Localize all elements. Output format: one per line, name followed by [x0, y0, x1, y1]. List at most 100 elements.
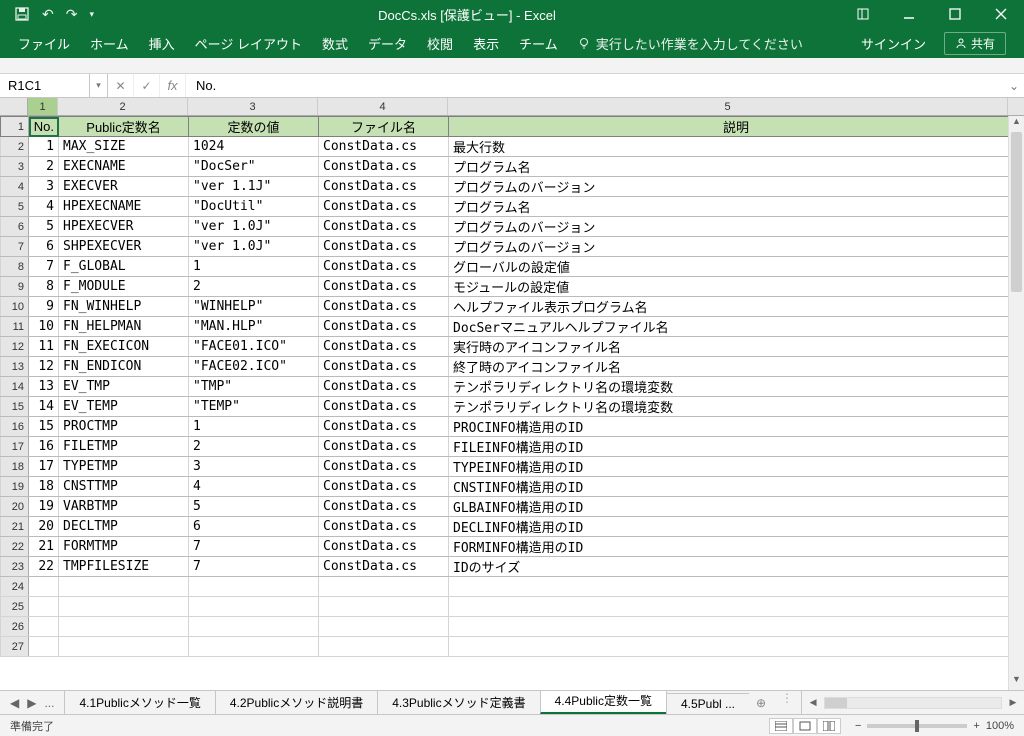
cell[interactable]: ConstData.cs	[319, 517, 449, 537]
cell[interactable]: GLBAINFO構造用のID	[449, 497, 1024, 517]
cell[interactable]: FORMTMP	[59, 537, 189, 557]
row-header[interactable]: 4	[1, 177, 29, 197]
cell[interactable]: ConstData.cs	[319, 557, 449, 577]
horizontal-scrollbar[interactable]: ◀ ▶	[801, 691, 1024, 714]
column-header[interactable]: 1	[28, 98, 58, 115]
cell[interactable]: 17	[29, 457, 59, 477]
column-header[interactable]: 5	[448, 98, 1008, 115]
cell[interactable]: 6	[29, 237, 59, 257]
cell[interactable]: "MAN.HLP"	[189, 317, 319, 337]
cell[interactable]	[319, 597, 449, 617]
cell[interactable]: ConstData.cs	[319, 457, 449, 477]
cell[interactable]: DocSerマニュアルヘルプファイル名	[449, 317, 1024, 337]
cell[interactable]	[449, 597, 1024, 617]
row-header[interactable]: 14	[1, 377, 29, 397]
cell[interactable]: 11	[29, 337, 59, 357]
row-header[interactable]: 2	[1, 137, 29, 157]
zoom-slider[interactable]	[867, 724, 967, 728]
zoom-in-icon[interactable]: +	[973, 720, 979, 732]
column-header[interactable]: 4	[318, 98, 448, 115]
row-header[interactable]: 22	[1, 537, 29, 557]
close-button[interactable]	[978, 0, 1024, 28]
scroll-up-icon[interactable]: ▲	[1009, 116, 1024, 132]
cell[interactable]: ConstData.cs	[319, 217, 449, 237]
cell[interactable]	[189, 617, 319, 637]
sign-in-link[interactable]: サインイン	[861, 34, 926, 53]
expand-formula-bar-icon[interactable]: ⌄	[1004, 74, 1024, 97]
cell[interactable]: ConstData.cs	[319, 357, 449, 377]
cell[interactable]	[319, 617, 449, 637]
cell[interactable]: 7	[189, 537, 319, 557]
sheet-tab[interactable]: 4.5Publ ...	[666, 693, 749, 714]
cell[interactable]: EXECVER	[59, 177, 189, 197]
cell[interactable]: FILETMP	[59, 437, 189, 457]
cell[interactable]: 9	[29, 297, 59, 317]
tell-me-box[interactable]: 実行したい作業を入力してください	[578, 34, 803, 53]
cell[interactable]: 2	[189, 277, 319, 297]
cell[interactable]: CNSTTMP	[59, 477, 189, 497]
page-layout-view-icon[interactable]	[793, 718, 817, 734]
cell[interactable]: FILEINFO構造用のID	[449, 437, 1024, 457]
cell[interactable]: 14	[29, 397, 59, 417]
cell[interactable]: 20	[29, 517, 59, 537]
vertical-scrollbar[interactable]: ▲ ▼	[1008, 116, 1024, 690]
page-break-view-icon[interactable]	[817, 718, 841, 734]
cell[interactable]	[189, 577, 319, 597]
cell[interactable]: 18	[29, 477, 59, 497]
row-header[interactable]: 6	[1, 217, 29, 237]
cell[interactable]: ファイル名	[319, 117, 449, 137]
ribbon-tab-home[interactable]: ホーム	[90, 34, 129, 53]
cell[interactable]: MAX_SIZE	[59, 137, 189, 157]
cell[interactable]: VARBTMP	[59, 497, 189, 517]
cell[interactable]: ConstData.cs	[319, 237, 449, 257]
share-button[interactable]: 共有	[944, 32, 1006, 55]
cell[interactable]: 定数の値	[189, 117, 319, 137]
cell[interactable]	[189, 637, 319, 657]
row-header[interactable]: 11	[1, 317, 29, 337]
formula-input[interactable]: No.	[186, 74, 1004, 97]
row-header[interactable]: 15	[1, 397, 29, 417]
maximize-button[interactable]	[932, 0, 978, 28]
cell[interactable]: 7	[189, 557, 319, 577]
tab-nav-more[interactable]: ...	[44, 696, 54, 710]
cell[interactable]	[59, 577, 189, 597]
ribbon-tab-formulas[interactable]: 数式	[322, 34, 348, 53]
redo-icon[interactable]: ↷	[66, 6, 78, 23]
cell[interactable]	[59, 617, 189, 637]
scroll-right-icon[interactable]: ▶	[1006, 697, 1020, 708]
row-header[interactable]: 16	[1, 417, 29, 437]
cell[interactable]: HPEXECNAME	[59, 197, 189, 217]
cell[interactable]	[29, 597, 59, 617]
cell[interactable]: PROCINFO構造用のID	[449, 417, 1024, 437]
row-header[interactable]: 13	[1, 357, 29, 377]
cell[interactable]: "DocUtil"	[189, 197, 319, 217]
cell[interactable]: CNSTINFO構造用のID	[449, 477, 1024, 497]
ribbon-tab-view[interactable]: 表示	[473, 34, 499, 53]
cell[interactable]: F_MODULE	[59, 277, 189, 297]
cell[interactable]: ConstData.cs	[319, 417, 449, 437]
row-header[interactable]: 25	[1, 597, 29, 617]
cell[interactable]: 3	[189, 457, 319, 477]
ribbon-options-icon[interactable]	[840, 0, 886, 28]
ribbon-tab-insert[interactable]: 挿入	[149, 34, 175, 53]
hscroll-track[interactable]	[824, 697, 1002, 709]
cell[interactable]: 説明	[449, 117, 1024, 137]
zoom-value[interactable]: 100%	[986, 720, 1014, 732]
row-header[interactable]: 1	[1, 117, 29, 137]
row-header[interactable]: 7	[1, 237, 29, 257]
tab-nav-prev-icon[interactable]: ◀	[10, 696, 19, 710]
column-header[interactable]: 3	[188, 98, 318, 115]
cell[interactable]: 1	[189, 257, 319, 277]
cell[interactable]: 22	[29, 557, 59, 577]
cancel-formula-icon[interactable]: ✕	[108, 74, 134, 97]
cell[interactable]: "ver 1.0J"	[189, 237, 319, 257]
cell[interactable]: 3	[29, 177, 59, 197]
cell[interactable]: "ver 1.1J"	[189, 177, 319, 197]
cell[interactable]	[29, 577, 59, 597]
normal-view-icon[interactable]	[769, 718, 793, 734]
cell[interactable]: FN_ENDICON	[59, 357, 189, 377]
cell[interactable]: "TMP"	[189, 377, 319, 397]
cell[interactable]: IDのサイズ	[449, 557, 1024, 577]
cell[interactable]: 1	[29, 137, 59, 157]
row-header[interactable]: 23	[1, 557, 29, 577]
